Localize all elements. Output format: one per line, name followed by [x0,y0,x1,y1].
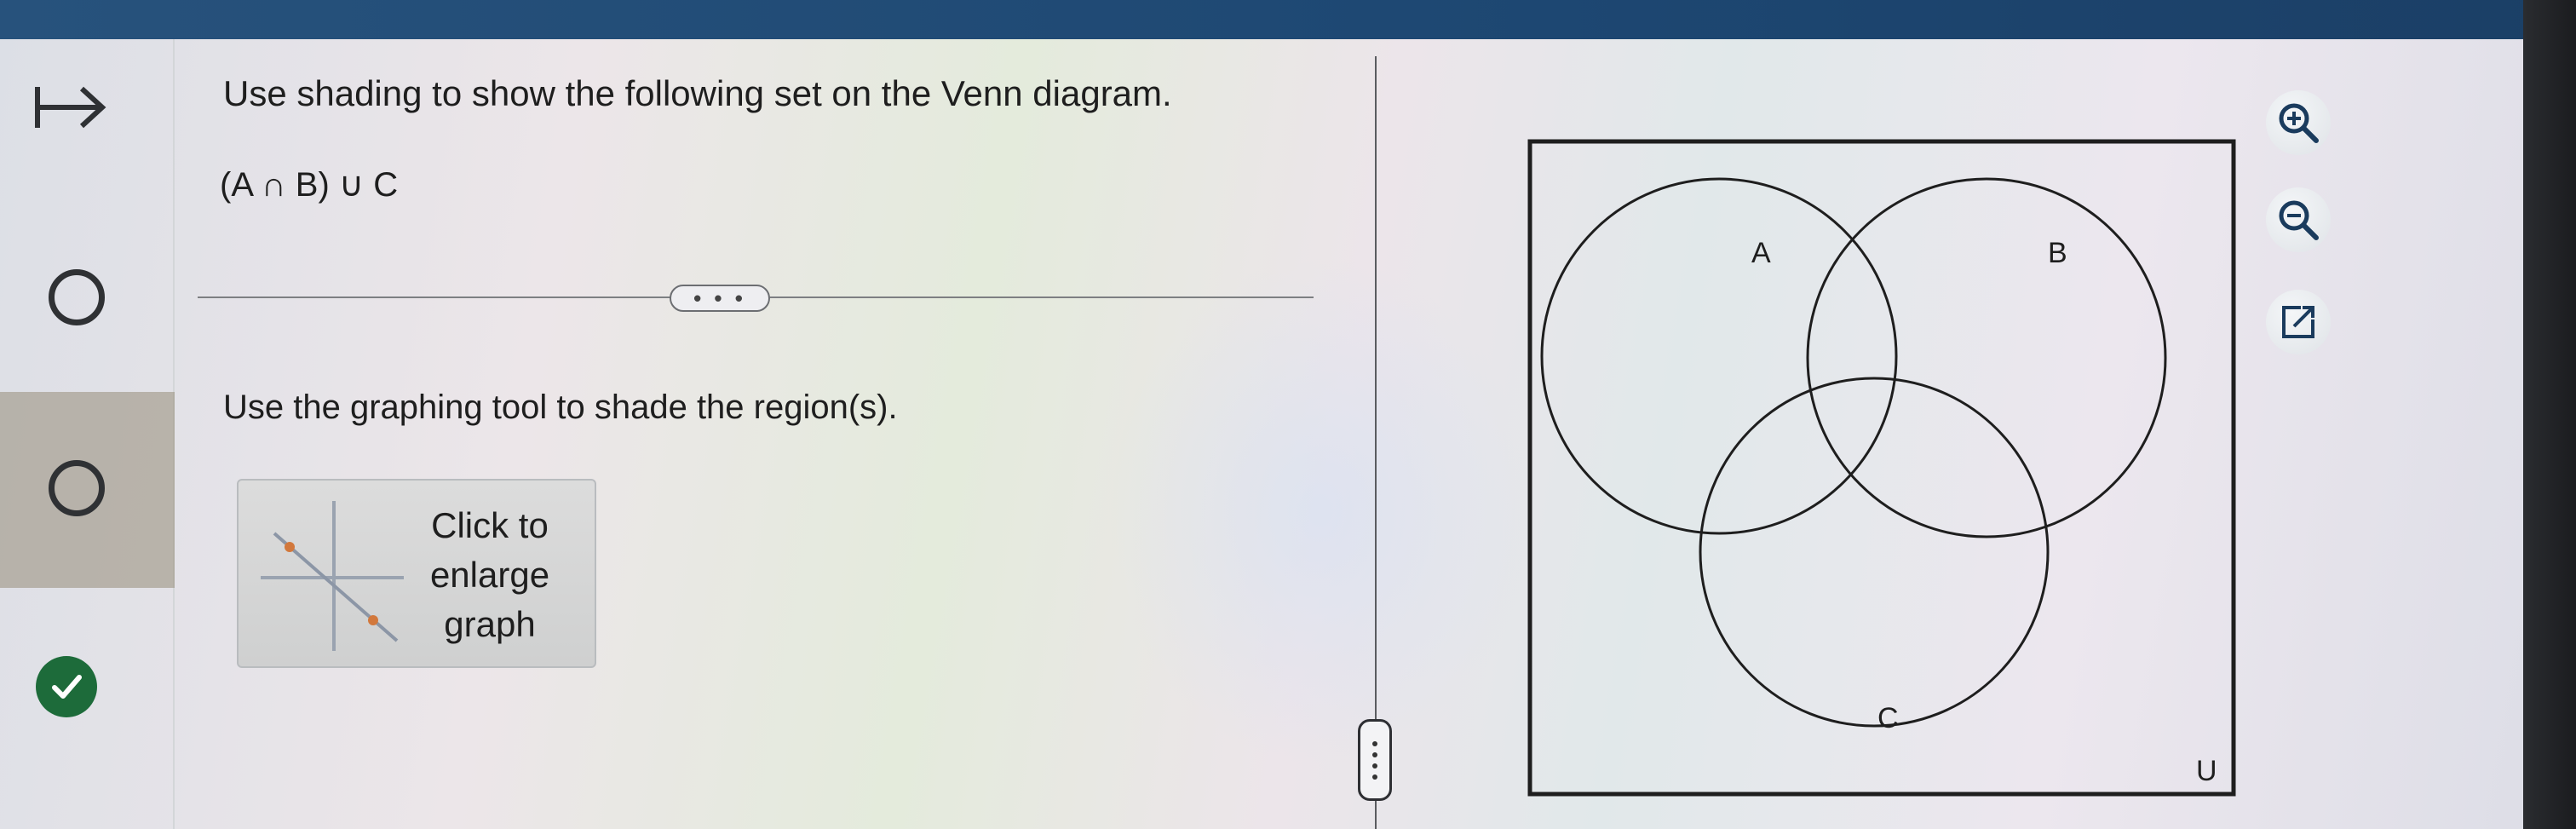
instruction-text: Use the graphing tool to shade the regio… [223,389,898,426]
screen-glare [1107,256,1533,767]
collapse-arrow-icon[interactable] [32,82,109,133]
set-a-circle[interactable] [1540,177,1898,535]
open-external-icon [2282,306,2314,338]
enlarge-line-3: graph [444,604,536,644]
enlarge-line-1: Click to [431,505,549,545]
zoom-in-button[interactable] [2266,90,2331,155]
universe-label: U [2196,755,2217,787]
top-bar [0,0,2576,39]
left-rail [0,39,175,829]
set-a-label: A [1751,237,1771,269]
set-c-label: C [1877,702,1899,734]
checkmark-icon [52,675,82,699]
set-b-label: B [2048,237,2067,269]
zoom-in-icon [2279,103,2319,143]
radio-circle-icon[interactable] [49,269,105,325]
radio-circle-icon[interactable] [49,460,105,516]
enlarge-graph-button[interactable]: Click to enlarge graph [237,479,596,668]
graph-thumbnail-icon [261,501,404,651]
enlarge-graph-label: Click to enlarge graph [409,501,571,649]
splitter-handle[interactable] [1358,719,1392,801]
set-b-circle[interactable] [1806,177,2167,538]
set-expression: (A ∩ B) ∪ C [220,166,399,204]
more-button[interactable]: • • • [670,285,770,312]
open-external-button[interactable] [2266,290,2331,354]
question-prompt: Use shading to show the following set on… [223,73,1172,113]
check-circle-icon[interactable] [36,656,97,717]
zoom-out-icon [2279,200,2319,240]
enlarge-line-2: enlarge [429,555,550,595]
screen-bezel [2523,0,2576,829]
panel-divider [1375,56,1377,829]
zoom-out-button[interactable] [2266,187,2331,252]
venn-diagram[interactable]: A B C U [1525,136,2240,801]
set-c-circle[interactable] [1699,377,2050,728]
